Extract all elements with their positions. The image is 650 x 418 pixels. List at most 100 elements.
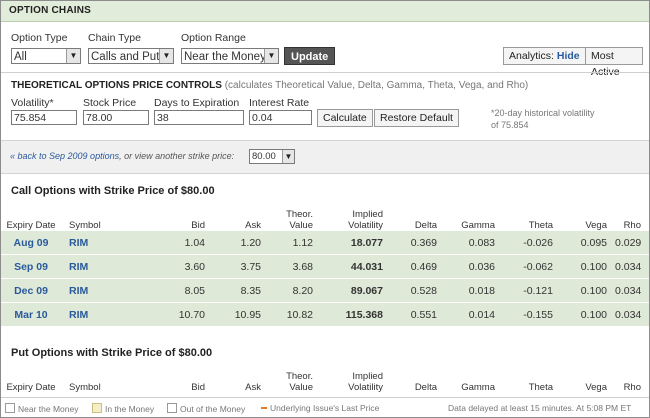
column-header: Delta [414,220,437,231]
volatility-input[interactable]: 75.854 [11,110,77,125]
table-cell: 0.100 [561,302,615,327]
table-cell: 1.12 [269,231,321,255]
out-money-swatch-icon [167,403,177,413]
expiry-link[interactable]: Dec 09 [1,278,69,303]
column-header: Theta [528,382,553,393]
days-label: Days to Expiration [154,97,240,109]
legend-near-label: Near the Money [18,404,79,414]
table-cell: 0.100 [561,278,615,303]
column-header: Ask [245,220,261,231]
chain-type-select[interactable]: Calls and Puts ▼ [88,48,174,64]
volatility-note: *20-day historical volatility of 75.854 [491,108,595,130]
table-cell: 0.014 [445,302,503,327]
volatility-label: Volatility* [11,97,54,109]
expiry-link[interactable]: Sep 09 [1,254,69,279]
table-cell: 3.75 [213,254,269,279]
symbol-link[interactable]: RIM [69,302,133,327]
back-link[interactable]: « back to Sep 2009 options [10,151,119,161]
nav-text: , or view another strike price: [119,151,235,161]
table-cell: -0.155 [503,302,561,327]
analytics-label: Analytics: [509,50,554,62]
column-header: Vega [585,220,607,231]
option-range-label: Option Range [181,32,246,44]
analytics-hide-link: Hide [556,50,580,62]
table-cell: 8.05 [133,278,213,303]
table-cell: 115.368 [321,302,391,327]
chevron-down-icon: ▼ [264,49,278,63]
last-price-marker-icon [261,407,267,409]
strike-nav-bar: « back to Sep 2009 options, or view anot… [1,140,649,174]
column-header: Rho [623,382,641,393]
theoretical-title-text: THEORETICAL OPTIONS PRICE CONTROLS [11,80,222,91]
table-cell: 8.20 [269,278,321,303]
table-header-row: Expiry Date Symbol Bid Ask Theor. Value Impli… [1,207,649,231]
symbol-link[interactable]: RIM [69,231,133,255]
table-cell: 0.034 [615,278,649,303]
analytics-toggle-button[interactable]: Analytics: Hide [503,47,586,65]
table-cell: 0.100 [561,254,615,279]
table-cell: -0.121 [503,278,561,303]
in-money-swatch-icon [92,403,102,413]
legend-last-price: Underlying Issue's Last Price [261,403,379,413]
table-cell: 89.067 [321,278,391,303]
column-header: Ask [245,382,261,393]
expiry-link[interactable]: Mar 10 [1,302,69,327]
table-cell: 10.95 [213,302,269,327]
column-header: Implied Volatility [348,371,383,393]
table-cell: 0.528 [391,278,445,303]
strike-value: 80.00 [252,151,276,162]
table-cell: 0.551 [391,302,445,327]
table-cell: -0.062 [503,254,561,279]
interest-rate-input[interactable]: 0.04 [249,110,312,125]
table-cell: 1.20 [213,231,269,255]
table-cell: 18.077 [321,231,391,255]
put-options-title: Put Options with Strike Price of $80.00 [11,347,213,359]
symbol-link[interactable]: RIM [69,278,133,303]
column-header: Gamma [461,382,495,393]
symbol-link[interactable]: RIM [69,254,133,279]
strike-nav-text: « back to Sep 2009 options, or view anot… [10,151,234,161]
chevron-down-icon: ▼ [282,150,294,163]
column-header: Bid [191,220,205,231]
option-range-value: Near the Money [184,51,266,63]
most-active-button[interactable]: Most Active [585,47,643,78]
update-button[interactable]: Update [284,47,336,65]
calculate-button[interactable]: Calculate [317,109,373,127]
option-type-label: Option Type [11,32,68,44]
table-cell: 10.70 [133,302,213,327]
legend-near-the-money: Near the Money [5,403,78,414]
column-header: Implied Volatility [348,209,383,231]
column-header: Gamma [461,220,495,231]
days-input[interactable]: 38 [154,110,244,125]
panel-title: OPTION CHAINS [1,1,649,22]
expiry-link[interactable]: Aug 09 [1,231,69,255]
put-options-table: Expiry Date Symbol Bid Ask Theor. Value Impli… [1,369,649,393]
column-header: Theor. Value [286,371,313,393]
stock-price-label: Stock Price [83,97,137,109]
chain-type-value: Calls and Puts [91,51,166,63]
table-cell: 0.083 [445,231,503,255]
option-chains-panel: OPTION CHAINS Option Type All ▼ Chain Ty… [0,0,650,418]
table-row: Dec 09 RIM 8.05 8.35 8.20 89.067 0.528 0.018 -0.… [1,278,649,303]
table-cell: 3.68 [269,254,321,279]
table-cell: 3.60 [133,254,213,279]
option-range-select[interactable]: Near the Money ▼ [181,48,279,64]
stock-price-input[interactable]: 78.00 [83,110,149,125]
data-delay-note: Data delayed at least 15 minutes. At 5:0… [448,403,632,413]
column-header: Expiry Date [6,220,56,231]
column-header: Delta [414,382,437,393]
option-type-select[interactable]: All ▼ [11,48,81,64]
legend-out-label: Out of the Money [180,404,246,414]
call-options-title: Call Options with Strike Price of $80.00 [11,185,215,197]
chevron-down-icon: ▼ [66,49,80,63]
table-cell: 0.036 [445,254,503,279]
strike-price-select[interactable]: 80.00 ▼ [249,149,295,164]
table-cell: 0.095 [561,231,615,255]
legend-out-of-the-money: Out of the Money [167,403,245,414]
table-cell: 10.82 [269,302,321,327]
table-cell: 0.029 [615,231,649,255]
restore-default-button[interactable]: Restore Default [374,109,459,127]
column-header: Theta [528,220,553,231]
divider [1,72,649,73]
column-header: Rho [623,220,641,231]
